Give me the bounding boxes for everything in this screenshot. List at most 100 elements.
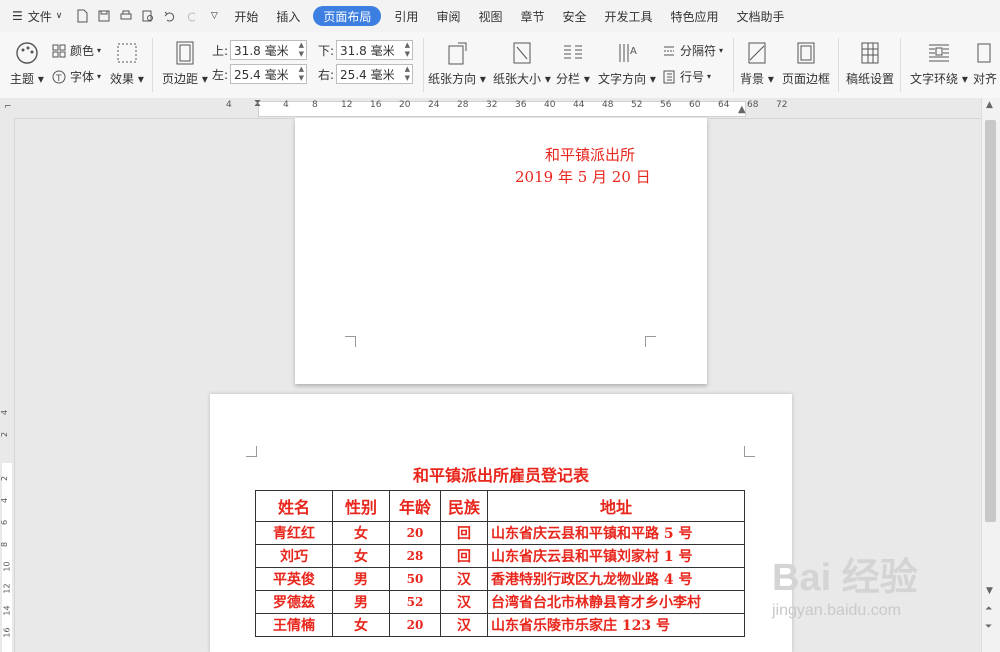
ribbon: 主题 ▾ 颜色 ▾ T 字体 ▾ 效果 ▾ 页边距 ▾ 上: 31.8 毫米 ▲ ▼ 下… <box>0 32 1000 99</box>
vertical-ruler[interactable]: 4 2 2 4 6 8 10 12 14 16 <box>0 118 15 652</box>
text-wrap-button[interactable]: 文字环绕 ▾ <box>910 40 968 87</box>
hamburger-icon: ☰ <box>12 9 23 23</box>
header-name: 姓名 <box>255 490 333 522</box>
table-row: 王倩楠 女 20 汉 山东省乐陵市乐家庄 123 号 <box>255 613 745 637</box>
effect-button[interactable]: 效果 ▾ <box>110 40 144 87</box>
margin-corner-mark <box>744 446 755 457</box>
breaks-button[interactable]: 分隔符 ▾ <box>662 42 723 59</box>
table-row: 刘巧 女 28 回 山东省庆云县和平镇刘家村 1 号 <box>255 544 745 568</box>
watermark-brand: Bai 经验 <box>772 557 918 599</box>
align-icon <box>977 43 991 63</box>
divider <box>152 38 153 92</box>
paper-size-button[interactable]: 纸张大小 ▾ <box>493 40 551 87</box>
effect-icon <box>117 43 137 63</box>
columns-button[interactable]: 分栏 ▾ <box>556 40 590 87</box>
cell-name: 青红红 <box>255 521 333 545</box>
right-margin-field[interactable]: 右: 25.4 毫米 ▲ ▼ <box>318 64 414 84</box>
top-margin-field[interactable]: 上: 31.8 毫米 ▲ ▼ <box>212 40 308 60</box>
line-numbers-icon <box>663 70 675 83</box>
document-page-1[interactable]: 和平镇派出所 2019 年 5 月 20 日 <box>295 118 707 384</box>
tab-special-apps[interactable]: 特色应用 <box>662 0 728 32</box>
undo-icon[interactable] <box>159 0 181 32</box>
tab-stop-selector[interactable]: ⌐ <box>4 102 12 112</box>
cell-address: 台湾省台北市林静县育才乡小李村 <box>487 590 745 614</box>
tab-review[interactable]: 审阅 <box>427 0 469 32</box>
page-border-icon <box>797 42 815 64</box>
cell-age: 50 <box>389 567 441 591</box>
color-grid-icon <box>52 44 66 57</box>
watermark-url: jingyan.baidu.com <box>772 602 901 619</box>
tab-home[interactable]: 开始 <box>225 0 267 32</box>
cell-ethnicity: 回 <box>440 544 488 568</box>
cell-gender: 女 <box>332 521 390 545</box>
page-border-button[interactable]: 页面边框 <box>782 40 830 87</box>
cell-address: 山东省庆云县和平镇和平路 5 号 <box>487 521 745 545</box>
tab-doc-assistant[interactable]: 文档助手 <box>728 0 794 32</box>
tab-security[interactable]: 安全 <box>553 0 595 32</box>
cell-name: 平英俊 <box>255 567 333 591</box>
cell-address: 山东省庆云县和平镇刘家村 1 号 <box>487 544 745 568</box>
divider <box>733 38 734 92</box>
print-preview-icon[interactable] <box>137 0 159 32</box>
left-margin-field[interactable]: 左: 25.4 毫米 ▲ ▼ <box>212 64 308 84</box>
print-icon[interactable] <box>115 0 137 32</box>
divider <box>900 38 901 92</box>
left-indent-marker[interactable]: ⧗ <box>254 98 261 109</box>
palette-icon <box>16 42 38 64</box>
cell-address: 香港特别行政区九龙物业路 4 号 <box>487 567 745 591</box>
paper-size-icon <box>513 42 531 64</box>
cell-age: 20 <box>389 521 441 545</box>
text-direction-button[interactable]: A 文字方向 ▾ <box>598 40 656 87</box>
horizontal-ruler[interactable]: ⌐ 4 4 8 12 16 20 24 28 32 36 40 44 48 52… <box>0 98 1000 119</box>
new-doc-icon[interactable] <box>71 0 93 32</box>
manuscript-settings-button[interactable]: 稿纸设置 <box>846 40 894 87</box>
right-indent-marker[interactable]: ▲ <box>738 104 746 115</box>
orientation-icon <box>448 42 467 65</box>
background-icon <box>748 42 766 64</box>
align-button[interactable]: 对齐 <box>972 40 998 87</box>
tab-view[interactable]: 视图 <box>469 0 511 32</box>
table-row: 青红红 女 20 回 山东省庆云县和平镇和平路 5 号 <box>255 521 745 545</box>
margin-corner-mark <box>645 336 656 347</box>
margin-corner-mark <box>345 336 356 347</box>
scroll-up-arrow[interactable]: ▲ <box>986 100 993 110</box>
registration-table[interactable]: 姓名 性别 年龄 民族 地址 青红红 女 20 回 山东省庆云县和平镇和平路 5… <box>255 490 745 637</box>
tab-references[interactable]: 引用 <box>385 0 427 32</box>
tab-insert[interactable]: 插入 <box>267 0 309 32</box>
table-header-row: 姓名 性别 年龄 民族 地址 <box>255 490 745 522</box>
file-menu[interactable]: ☰ 文件 ∨ <box>0 0 71 32</box>
background-button[interactable]: 背景 ▾ <box>740 40 774 87</box>
header-address: 地址 <box>487 490 745 522</box>
columns-icon <box>563 45 582 59</box>
document-page-2[interactable]: 和平镇派出所雇员登记表 姓名 性别 年龄 民族 地址 青红红 女 20 回 山东… <box>210 394 792 652</box>
tab-page-layout[interactable]: 页面布局 <box>313 6 382 26</box>
divider <box>423 38 424 92</box>
font-button[interactable]: T 字体 ▾ <box>52 68 101 85</box>
cell-gender: 男 <box>332 567 390 591</box>
color-button[interactable]: 颜色 ▾ <box>52 42 101 59</box>
cell-name: 刘巧 <box>255 544 333 568</box>
chevron-down-icon: ∨ <box>55 11 63 21</box>
baidu-jingyan-watermark: Bai 经验 jingyan.baidu.com <box>772 540 998 640</box>
svg-text:A: A <box>630 46 637 57</box>
line-numbers-button[interactable]: 行号 ▾ <box>662 68 711 85</box>
tab-developer[interactable]: 开发工具 <box>596 0 662 32</box>
header-gender: 性别 <box>332 490 390 522</box>
save-icon[interactable] <box>93 0 115 32</box>
tab-chapter[interactable]: 章节 <box>511 0 553 32</box>
svg-text:T: T <box>55 74 62 84</box>
cell-ethnicity: 回 <box>440 521 488 545</box>
customize-quick-access-icon[interactable]: ▽ <box>203 0 225 32</box>
margins-button[interactable]: 页边距 ▾ <box>162 40 208 87</box>
cell-ethnicity: 汉 <box>440 590 488 614</box>
menu-bar: ☰ 文件 ∨ ▽ 开始 插入 页面布局 引用 审阅 视图 章节 安全 开发工具 … <box>0 0 1000 32</box>
cell-gender: 女 <box>332 613 390 637</box>
cell-age: 28 <box>389 544 441 568</box>
bottom-margin-field[interactable]: 下: 31.8 毫米 ▲ ▼ <box>318 40 414 60</box>
margin-corner-mark <box>246 446 257 457</box>
divider <box>838 38 839 92</box>
theme-button[interactable]: 主题 ▾ <box>10 40 44 87</box>
orientation-button[interactable]: 纸张方向 ▾ <box>428 40 486 87</box>
scroll-thumb[interactable] <box>985 120 996 522</box>
redo-icon[interactable] <box>181 0 203 32</box>
